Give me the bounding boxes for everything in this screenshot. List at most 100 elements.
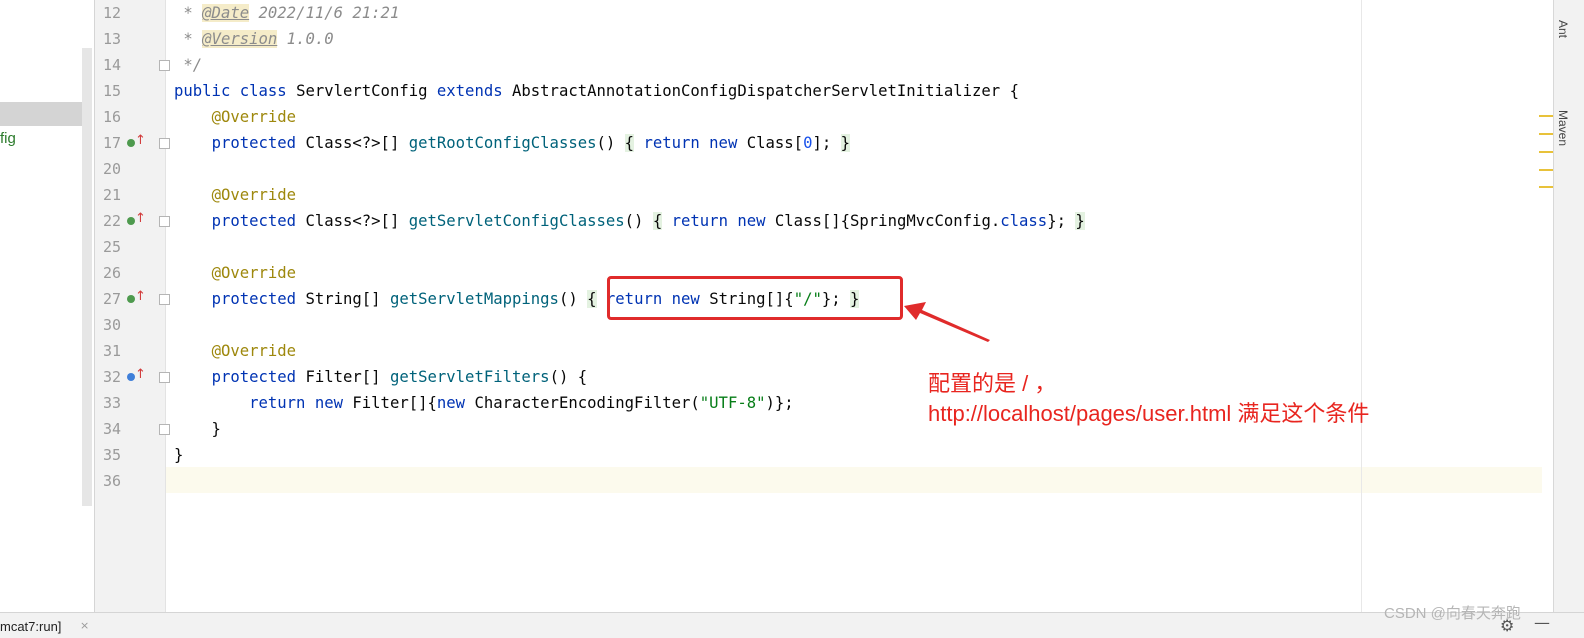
ant-tool-tab[interactable]: Ant [1556, 20, 1570, 38]
code-token: getRootConfigClasses [408, 134, 597, 152]
line-number: 12 [102, 4, 121, 22]
maven-tool-tab[interactable]: Maven [1556, 110, 1570, 146]
code-token: getServletMappings [389, 290, 559, 308]
code-line[interactable]: */ [174, 52, 202, 78]
code-token: CharacterEncodingFilter( [474, 394, 700, 412]
gear-icon[interactable]: ⚙ [1500, 616, 1514, 635]
code-token: String[] [305, 290, 390, 308]
bottom-tool-bar [0, 612, 1584, 638]
code-token: Class<?>[] [305, 134, 409, 152]
run-tab[interactable]: mcat7:run] [0, 619, 61, 634]
override-gutter-icon[interactable]: ↑ [127, 367, 146, 384]
code-line[interactable]: * @Version 1.0.0 [174, 26, 334, 52]
line-number: 32 [102, 368, 121, 386]
line-number: 33 [102, 394, 121, 412]
line-number: 34 [102, 420, 121, 438]
code-line[interactable]: return new Filter[]{new CharacterEncodin… [174, 390, 794, 416]
code-token: { [624, 134, 635, 152]
code-token: 2022/11/6 21:21 [249, 4, 400, 22]
code-line[interactable]: } [174, 416, 221, 442]
code-token: Class[ [746, 134, 804, 152]
minimize-icon[interactable]: — [1534, 613, 1550, 632]
code-line[interactable]: protected Class<?>[] getRootConfigClasse… [174, 130, 851, 156]
warning-marker[interactable] [1539, 151, 1553, 153]
fold-icon[interactable] [159, 216, 170, 227]
line-number: 17 [102, 134, 121, 152]
fold-icon[interactable] [159, 60, 170, 71]
right-tool-strip [1553, 0, 1584, 612]
override-gutter-icon[interactable]: ↑ [127, 133, 146, 150]
override-gutter-icon[interactable]: ↑ [127, 211, 146, 228]
annotation-line-2: http://localhost/pages/user.html 满足这个条件 [928, 401, 1370, 426]
code-token: Filter[]{ [352, 394, 437, 412]
code-token: new [436, 394, 475, 412]
code-line[interactable]: protected Class<?>[] getServletConfigCla… [174, 208, 1085, 234]
code-line[interactable]: public class ServlertConfig extends Abst… [174, 78, 1019, 104]
code-token: @Override [211, 342, 297, 360]
warning-marker[interactable] [1539, 169, 1553, 171]
code-token: getServletFilters [389, 368, 550, 386]
current-line-highlight [166, 467, 1542, 493]
code-token: AbstractAnnotationConfigDispatcherServle… [512, 82, 1019, 100]
line-number: 27 [102, 290, 121, 308]
code-token: protected [211, 212, 306, 230]
project-scrollbar[interactable] [82, 48, 92, 506]
code-token: extends [436, 82, 512, 100]
code-token: protected [211, 368, 306, 386]
code-token: ServlertConfig [296, 82, 437, 100]
warning-marker[interactable] [1539, 186, 1553, 188]
line-number: 16 [102, 108, 121, 126]
code-token: () [558, 290, 588, 308]
code-line[interactable]: @Override [174, 260, 297, 286]
implement-dot-icon [127, 373, 135, 381]
line-number: 25 [102, 238, 121, 256]
project-panel: fig [0, 0, 95, 612]
code-token: @Override [211, 108, 297, 126]
code-token: } [174, 420, 221, 438]
code-token: } [1075, 212, 1085, 230]
code-token: protected [211, 290, 306, 308]
code-token: @Override [211, 186, 297, 204]
line-number: 30 [102, 316, 121, 334]
code-line[interactable]: protected Filter[] getServletFilters() { [174, 364, 588, 390]
code-line[interactable]: * @Date 2022/11/6 21:21 [174, 0, 399, 26]
project-selected-row[interactable] [0, 102, 82, 126]
code-token: getServletConfigClasses [408, 212, 625, 230]
line-number: 13 [102, 30, 121, 48]
code-line[interactable]: @Override [174, 182, 297, 208]
code-token: @Version [202, 30, 278, 48]
line-number: 21 [102, 186, 121, 204]
override-arrow-icon: ↑ [135, 133, 146, 148]
code-line[interactable]: @Override [174, 104, 297, 130]
fold-icon[interactable] [159, 372, 170, 383]
line-number: 15 [102, 82, 121, 100]
code-token: () { [549, 368, 588, 386]
warning-marker[interactable] [1539, 115, 1553, 117]
code-line[interactable]: } [174, 442, 183, 468]
warning-marker[interactable] [1539, 133, 1553, 135]
code-line[interactable]: @Override [174, 338, 297, 364]
override-gutter-icon[interactable]: ↑ [127, 289, 146, 306]
fold-icon[interactable] [159, 138, 170, 149]
override-arrow-icon: ↑ [135, 211, 146, 226]
implement-dot-icon [127, 139, 135, 147]
close-icon[interactable]: × [80, 619, 89, 632]
override-arrow-icon: ↑ [135, 367, 146, 382]
line-number: 20 [102, 160, 121, 178]
project-item-label[interactable]: fig [0, 130, 16, 147]
code-token: () [596, 134, 625, 152]
line-number: 22 [102, 212, 121, 230]
line-number: 31 [102, 342, 121, 360]
code-token: return new [249, 394, 353, 412]
fold-icon[interactable] [159, 424, 170, 435]
code-token: @Date [202, 4, 250, 22]
code-token: return new [671, 212, 775, 230]
fold-icon[interactable] [159, 294, 170, 305]
arrow-icon [904, 302, 990, 342]
